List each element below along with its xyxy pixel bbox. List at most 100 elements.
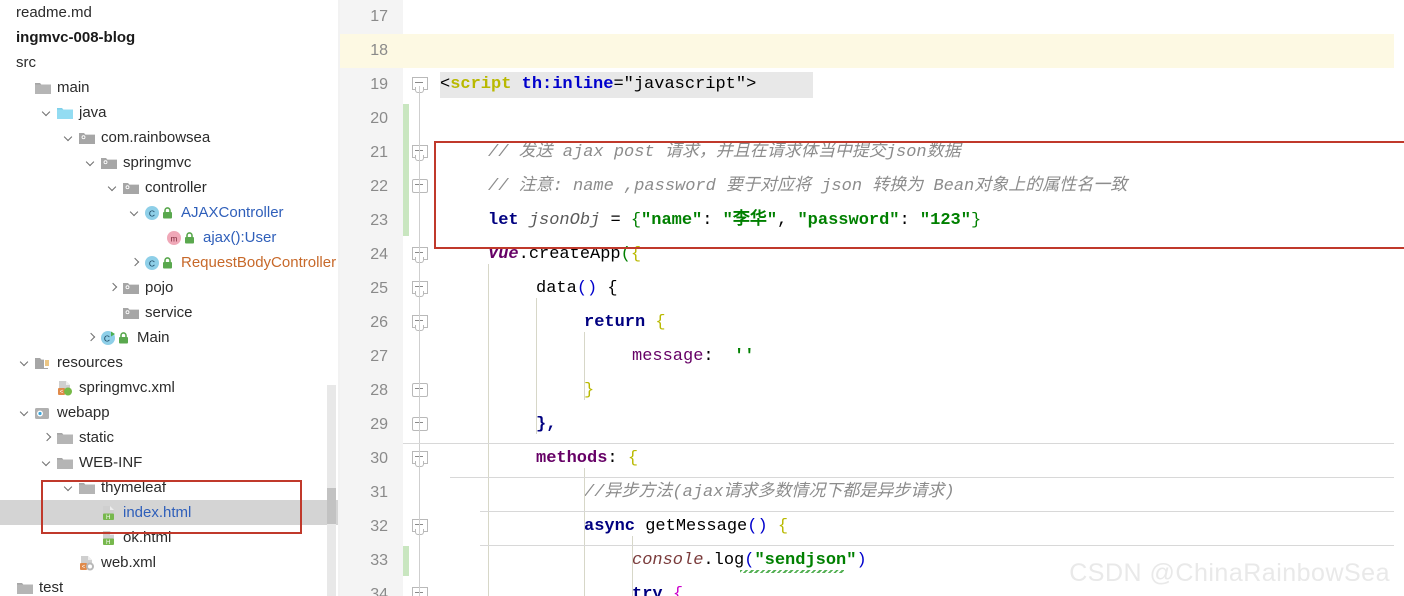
code-text-line28[interactable]: }: [584, 374, 594, 408]
tree-item-label: src: [16, 54, 36, 71]
editor-line[interactable]: 29: [340, 408, 1404, 442]
project-tree[interactable]: readme.md ingmvc-008-blog src main java com.r…: [0, 0, 340, 596]
tree-item-label: ingmvc-008-blog: [16, 29, 136, 46]
tree-item-main[interactable]: C Main: [0, 325, 340, 350]
chevron-down-icon[interactable]: [128, 206, 142, 220]
tree-item-pojo[interactable]: pojo: [0, 275, 340, 300]
package-icon: [100, 155, 118, 171]
code-editor[interactable]: 17 18 19 20 21 22 23 24 25 26 27 28 29 30 31 32 33 34 <scr…: [340, 0, 1404, 596]
line-number: 33: [370, 552, 388, 569]
line-number: 30: [370, 450, 388, 467]
chevron-right-icon[interactable]: [84, 331, 98, 345]
editor-line[interactable]: 20: [340, 102, 1404, 136]
editor-line[interactable]: 18: [340, 34, 1404, 68]
editor-line[interactable]: 30: [340, 442, 1404, 476]
code-text-line32[interactable]: async getMessage() {: [584, 510, 788, 544]
svg-text:<: <: [60, 389, 64, 395]
code-text-line34[interactable]: try {: [632, 578, 683, 596]
tree-item-web-inf[interactable]: WEB-INF: [0, 450, 340, 475]
tree-item-label: index.html: [123, 504, 192, 521]
project-tree-scrollbar-thumb[interactable]: [327, 488, 336, 524]
code-text-line26[interactable]: return {: [584, 306, 666, 340]
chevron-down-icon[interactable]: [40, 456, 54, 470]
chevron-down-icon[interactable]: [62, 481, 76, 495]
tree-item-label: AJAXController: [181, 204, 284, 221]
ide-screenshot: readme.md ingmvc-008-blog src main java com.r…: [0, 0, 1404, 596]
chevron-down-icon[interactable]: [40, 106, 54, 120]
chevron-down-icon[interactable]: [18, 356, 32, 370]
tree-item-controller[interactable]: controller: [0, 175, 340, 200]
code-text-line21[interactable]: // 发送 ajax post 请求，并且在请求体当中提交json数据: [488, 136, 961, 170]
code-text-line27[interactable]: message: '': [632, 340, 754, 374]
current-line-highlight: [403, 34, 1404, 68]
chevron-right-icon[interactable]: [106, 281, 120, 295]
tree-item-web-xml[interactable]: < web.xml: [0, 550, 340, 575]
code-section-separator: [480, 511, 1404, 512]
tree-item-label: thymeleaf: [101, 479, 167, 496]
line-number: 24: [370, 246, 388, 263]
chevron-down-icon[interactable]: [84, 156, 98, 170]
indent-guide: [488, 264, 489, 596]
method-lock-icon: m: [166, 230, 198, 246]
vcs-change-marker[interactable]: [403, 138, 409, 234]
code-text-line23[interactable]: let jsonObj = {"name": "李华", "password":…: [488, 204, 981, 238]
line-number: 29: [370, 416, 388, 433]
chevron-down-icon[interactable]: [18, 406, 32, 420]
code-text-line24[interactable]: Vue.createApp({: [488, 238, 641, 272]
xml-web-icon: <: [78, 555, 96, 571]
tree-item-springmvc[interactable]: springmvc: [0, 150, 340, 175]
chevron-down-icon[interactable]: [62, 131, 76, 145]
tree-item-label: test: [39, 579, 64, 596]
tree-item-readme-md[interactable]: readme.md: [0, 0, 340, 25]
folder-gray-icon: [78, 480, 96, 496]
tree-item-static[interactable]: static: [0, 425, 340, 450]
code-text-line31[interactable]: //异步方法(ajax请求多数情况下都是异步请求): [584, 476, 955, 510]
chevron-right-icon[interactable]: [40, 431, 54, 445]
tree-item-label: springmvc.xml: [79, 379, 175, 396]
tree-item-service[interactable]: service: [0, 300, 340, 325]
project-tree-panel[interactable]: readme.md ingmvc-008-blog src main java com.r…: [0, 0, 340, 596]
tree-item-requestbodycontroller[interactable]: C RequestBodyController: [0, 250, 340, 275]
code-text-line22[interactable]: // 注意: name ,password 要于对应将 json 转换为 Bea…: [488, 170, 1127, 204]
tree-item-springmvc-xml[interactable]: < springmvc.xml: [0, 375, 340, 400]
tree-item-ajaxcontroller[interactable]: C AJAXController: [0, 200, 340, 225]
code-text-line29[interactable]: },: [536, 408, 556, 442]
tree-item-label: main: [57, 79, 90, 96]
chevron-right-icon[interactable]: [128, 256, 142, 270]
code-text-line25[interactable]: data() {: [536, 272, 618, 306]
package-icon: [122, 280, 140, 296]
tree-item-ingmvc-008-blog[interactable]: ingmvc-008-blog: [0, 25, 340, 50]
tree-item-java[interactable]: java: [0, 100, 340, 125]
code-text-line30[interactable]: methods: {: [536, 442, 638, 476]
tree-item-resources[interactable]: resources: [0, 350, 340, 375]
editor-line[interactable]: 17: [340, 0, 1404, 34]
chevron-down-icon[interactable]: [106, 181, 120, 195]
tree-item-com-rainbowsea[interactable]: com.rainbowsea: [0, 125, 340, 150]
svg-text:H: H: [106, 540, 110, 546]
class-lock-icon: C: [144, 205, 176, 221]
folder-gray-icon: [56, 430, 74, 446]
editor-line[interactable]: 25: [340, 272, 1404, 306]
html-file-icon: H: [100, 530, 118, 546]
tree-item-index-html[interactable]: Hindex.html: [0, 500, 340, 525]
tree-item-src[interactable]: src: [0, 50, 340, 75]
tree-item-ok-html[interactable]: Hok.html: [0, 525, 340, 550]
tree-item-main[interactable]: main: [0, 75, 340, 100]
tree-item-test[interactable]: test: [0, 575, 340, 596]
editor-line[interactable]: 32: [340, 510, 1404, 544]
svg-text:<: <: [82, 564, 86, 570]
editor-line[interactable]: 26: [340, 306, 1404, 340]
vcs-change-marker[interactable]: [403, 546, 409, 576]
line-number: 19: [370, 76, 388, 93]
tree-item-ajax-user[interactable]: m ajax():User: [0, 225, 340, 250]
code-text-line19[interactable]: <script th:inline="javascript">: [440, 68, 756, 102]
tree-item-label: java: [79, 104, 107, 121]
editor-line[interactable]: 28: [340, 374, 1404, 408]
editor-line[interactable]: 27: [340, 340, 1404, 374]
line-number: 21: [370, 144, 388, 161]
tree-item-thymeleaf[interactable]: thymeleaf: [0, 475, 340, 500]
tree-item-webapp[interactable]: webapp: [0, 400, 340, 425]
